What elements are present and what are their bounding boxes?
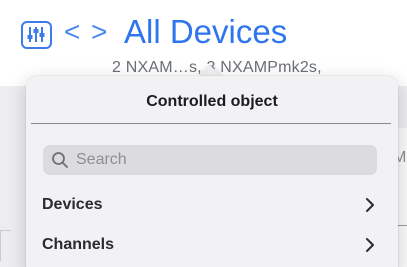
background-frame-edge <box>0 230 11 261</box>
page-title: All Devices <box>124 13 288 50</box>
forward-button[interactable]: > <box>91 18 107 46</box>
search-icon <box>52 152 68 168</box>
mixer-sliders-icon[interactable] <box>21 21 52 49</box>
chevron-right-icon <box>366 238 374 252</box>
controlled-object-popover: Controlled object Devices Channels <box>26 76 398 267</box>
app-window: < > All Devices 2 NXAM…s, 3 NXAMPmk2s, M… <box>0 0 407 267</box>
menu-item-label: Channels <box>42 236 115 253</box>
popover-title: Controlled object <box>146 93 278 110</box>
chevron-right-icon <box>366 198 374 212</box>
search-input[interactable] <box>76 145 366 175</box>
menu-item-devices[interactable]: Devices <box>26 188 398 222</box>
search-field[interactable] <box>43 145 377 175</box>
popover-divider <box>31 123 391 124</box>
menu-item-label: Devices <box>42 196 103 213</box>
menu-item-channels[interactable]: Channels <box>26 228 398 262</box>
back-button[interactable]: < <box>64 18 80 46</box>
